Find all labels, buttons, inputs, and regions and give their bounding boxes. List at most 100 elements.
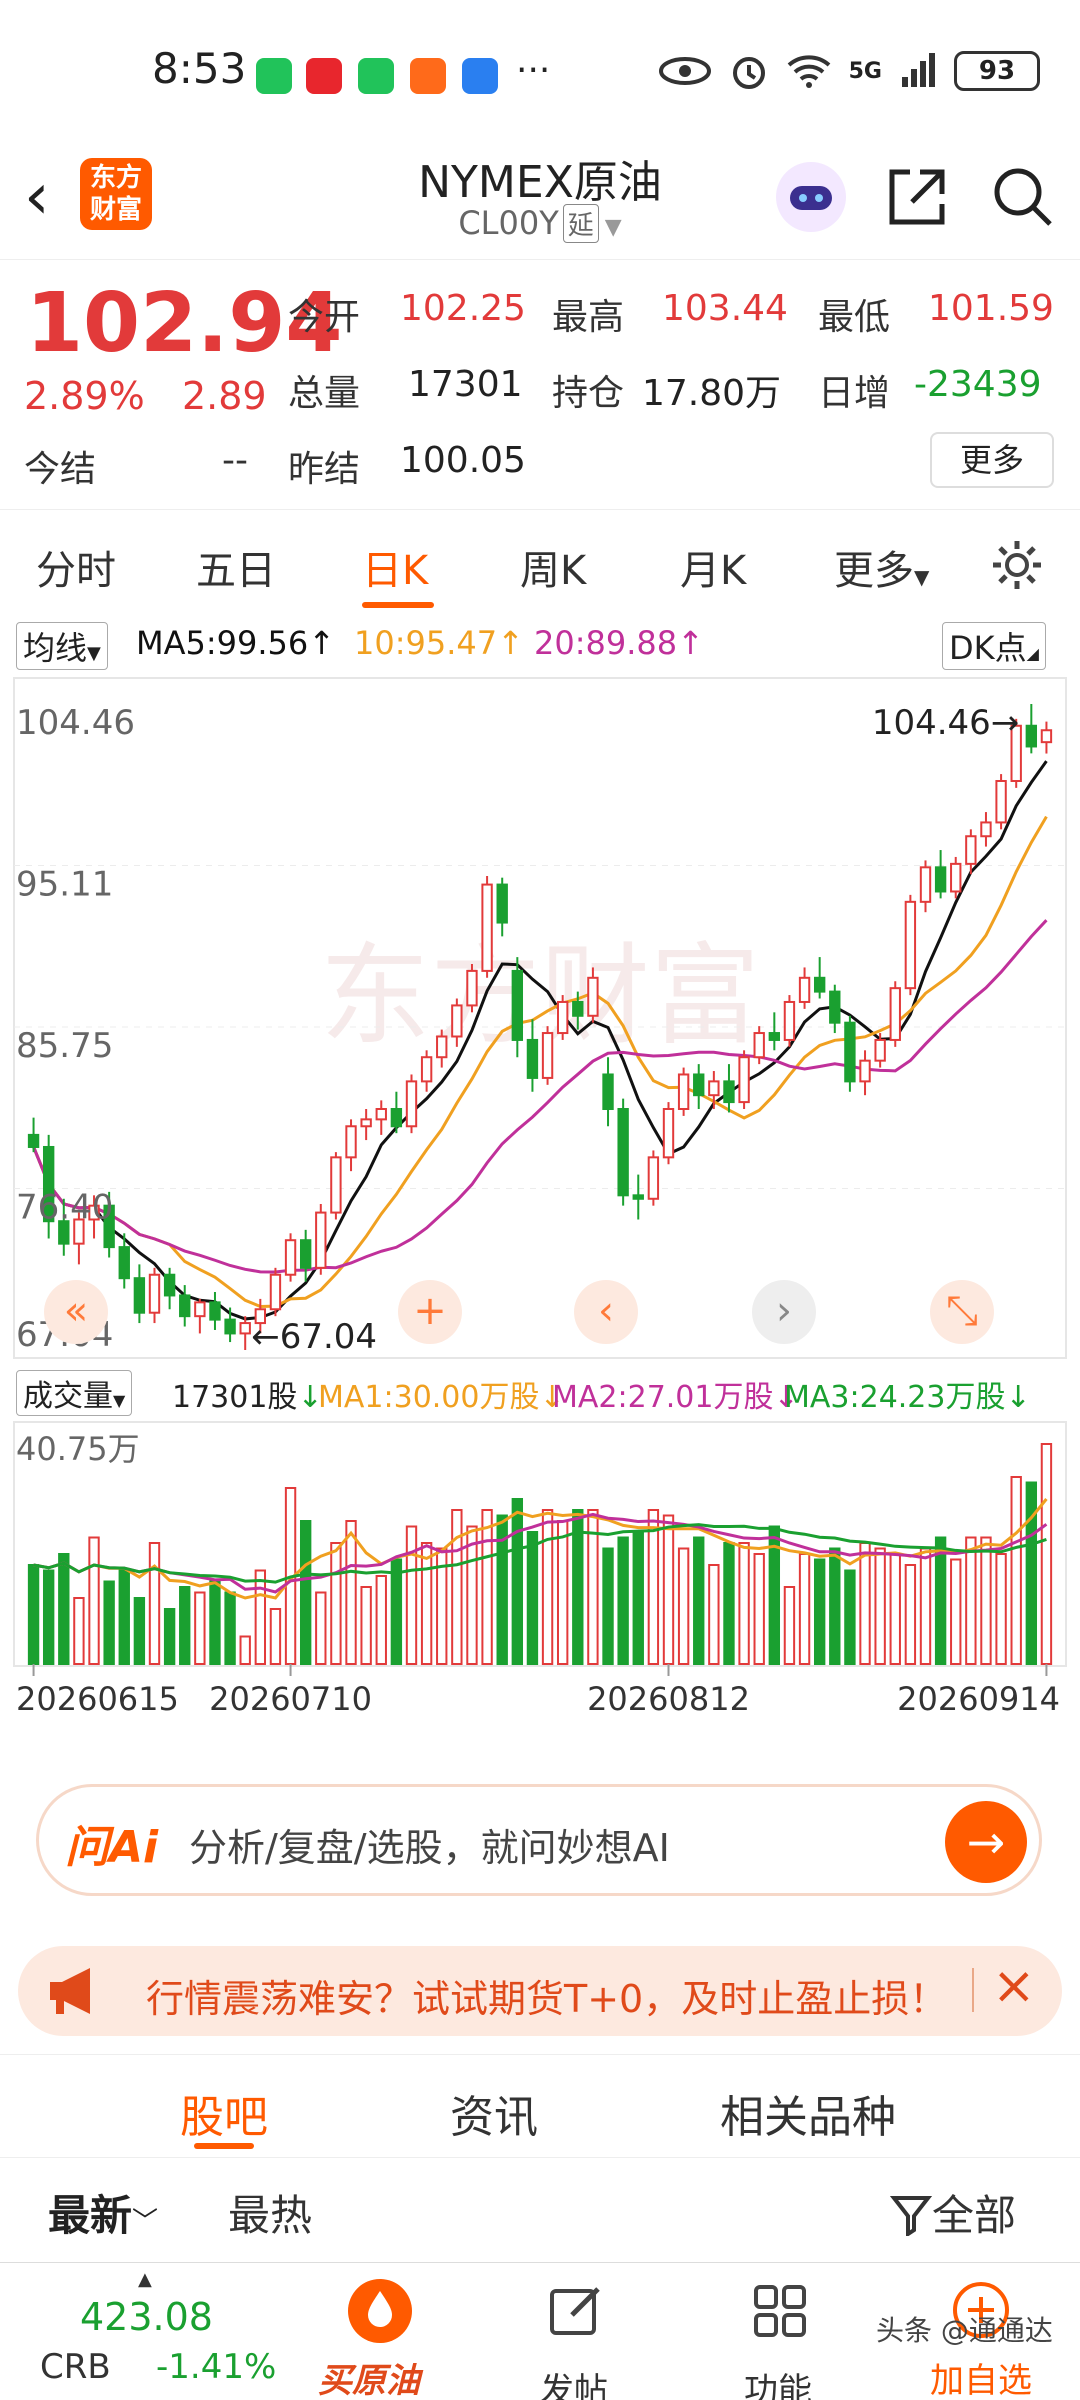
content-tabs: 股吧 资讯 相关品种 xyxy=(0,2054,1080,2158)
arrow-right-icon[interactable]: → xyxy=(945,1801,1027,1883)
candle xyxy=(889,987,901,1041)
more-notifications-icon: ··· xyxy=(516,50,551,91)
robot-assistant-icon[interactable] xyxy=(776,162,846,232)
candle xyxy=(239,1322,251,1335)
tab-monthly-k[interactable]: 月K xyxy=(680,538,746,596)
candle xyxy=(768,1032,781,1041)
filter-all[interactable]: 全部 xyxy=(889,2182,1016,2243)
volume-text: 17301股 xyxy=(172,1380,298,1415)
volume-bar xyxy=(919,1547,932,1665)
tab-weekly-k[interactable]: 周K xyxy=(520,538,586,596)
volume-bar xyxy=(405,1525,418,1665)
volume-legend-bar: 成交量▼ 17301股↓ MA1:30.00万股↓ MA2:27.01万股↓ M… xyxy=(0,1364,1080,1420)
candle xyxy=(662,1108,675,1159)
vol-ma3-text: MA3:24.23万股 xyxy=(784,1380,1006,1415)
volume-bar xyxy=(904,1564,917,1665)
tab-five-day[interactable]: 五日 xyxy=(196,538,276,596)
tab-daily-k[interactable]: 日K xyxy=(362,538,428,596)
price-axis-label: 95.11 xyxy=(16,865,113,905)
grid-function-icon[interactable] xyxy=(750,2281,810,2341)
sort-bar: 最新﹀ 最热 全部 xyxy=(0,2160,1080,2256)
fullscreen-button[interactable]: ⤡ xyxy=(930,1280,994,1344)
edit-icon[interactable] xyxy=(546,2281,606,2341)
buy-oil-button[interactable]: 买原油 xyxy=(318,2353,420,2400)
dropdown-arrow-icon: ▼ xyxy=(113,1391,126,1410)
promo-banner[interactable]: 行情震荡难安？试试期货T+0，及时止盈止损！ × xyxy=(18,1946,1062,2036)
volume-bar xyxy=(511,1498,524,1665)
volume-bar xyxy=(360,1586,372,1665)
volume-bar xyxy=(27,1564,40,1665)
tab-news[interactable]: 资讯 xyxy=(450,2081,538,2145)
network-type: 5G xyxy=(848,58,882,84)
volume-bar xyxy=(299,1520,312,1665)
tab-forum[interactable]: 股吧 xyxy=(180,2081,268,2145)
vol-ma1-text: MA1:30.00万股 xyxy=(318,1380,540,1415)
volume-bar xyxy=(315,1591,327,1665)
crb-change[interactable]: -1.41% xyxy=(156,2347,276,2387)
volume-bar xyxy=(677,1547,690,1665)
price-axis-label: 76.40 xyxy=(16,1188,113,1228)
date-label: 20260812 xyxy=(587,1680,750,1718)
max-price-annotation: 104.46→ xyxy=(872,703,1019,743)
volume-selector[interactable]: 成交量▼ xyxy=(16,1370,133,1416)
sort-latest[interactable]: 最新﹀ xyxy=(48,2182,158,2243)
more-button[interactable]: 更多 xyxy=(930,432,1054,488)
tab-more[interactable]: 更多▼ xyxy=(834,538,929,596)
megaphone-icon xyxy=(50,1968,90,2014)
ma20-value: 20:89.88 xyxy=(534,624,678,662)
status-right: 5G 93 xyxy=(658,48,1040,94)
sort-latest-label: 最新 xyxy=(48,2191,133,2240)
share-icon[interactable] xyxy=(886,166,948,228)
chevron-down-icon: ▼ xyxy=(604,215,622,240)
candle xyxy=(693,1073,705,1097)
tab-intraday[interactable]: 分时 xyxy=(36,538,116,596)
candle xyxy=(148,1273,161,1314)
volume-axis-label: 40.75万 xyxy=(16,1430,140,1468)
divider xyxy=(972,1968,974,2012)
post-button[interactable]: 发帖 xyxy=(540,2363,608,2400)
volume-bar xyxy=(420,1542,433,1665)
ma-selector[interactable]: 均线▼ xyxy=(16,622,108,670)
zoom-in-button[interactable]: + xyxy=(398,1280,462,1344)
gear-icon[interactable] xyxy=(990,538,1044,592)
volume-selector-label: 成交量 xyxy=(23,1379,113,1414)
volume-bar xyxy=(753,1553,765,1665)
volume-chart[interactable]: 40.75万 20260615 20260710 20260812 20260914 xyxy=(0,1420,1080,1750)
add-watchlist-button[interactable]: 加自选 xyxy=(930,2353,1032,2400)
oil-drop-icon[interactable] xyxy=(348,2279,412,2343)
candle xyxy=(602,1073,614,1111)
price-axis-label: 104.46 xyxy=(16,703,135,743)
crb-name[interactable]: CRB xyxy=(40,2347,111,2387)
ma10-value: 10:95.47 xyxy=(354,624,498,662)
close-icon[interactable]: × xyxy=(992,1956,1036,2016)
volume-bar xyxy=(541,1509,554,1665)
scroll-start-button[interactable]: « xyxy=(44,1280,108,1344)
volume-bar xyxy=(103,1580,115,1665)
dropdown-arrow-icon: ▼ xyxy=(914,565,930,589)
vol-ma2-legend: MA2:27.01万股↓ xyxy=(552,1380,799,1415)
candle xyxy=(632,1194,644,1200)
corner-arrow-icon: ◢ xyxy=(1026,644,1039,663)
tab-related[interactable]: 相关品种 xyxy=(720,2081,896,2145)
sort-hot[interactable]: 最热 xyxy=(228,2182,312,2243)
candle xyxy=(556,1000,569,1035)
volume-value: 17301 xyxy=(408,364,523,405)
volume-bar xyxy=(254,1569,267,1665)
scroll-right-button[interactable]: › xyxy=(752,1280,816,1344)
prev-settle-label: 昨结 xyxy=(288,449,361,490)
candle xyxy=(163,1273,176,1297)
scroll-left-button[interactable]: ‹ xyxy=(574,1280,638,1344)
candle xyxy=(572,1000,584,1017)
ai-search-bar[interactable]: 问Ai 分析/复盘/选股，就问妙想AI → xyxy=(36,1784,1042,1896)
watermark: 东方财富 xyxy=(320,932,760,1060)
candle xyxy=(224,1318,236,1335)
volume-bar xyxy=(980,1536,992,1665)
function-button[interactable]: 功能 xyxy=(744,2363,812,2400)
chart-period-tabs: 分时 五日 日K 周K 月K 更多▼ xyxy=(0,512,1080,612)
ai-search-placeholder: 分析/复盘/选股，就问妙想AI xyxy=(189,1826,670,1870)
search-icon[interactable] xyxy=(990,164,1054,228)
dk-point-selector[interactable]: DK点◢ xyxy=(942,622,1046,670)
candle xyxy=(345,1125,357,1159)
crb-value[interactable]: 423.08 xyxy=(80,2295,213,2339)
candlestick-chart[interactable]: 东方财富 104.4695.1185.7576.4067.04104.46→←6… xyxy=(0,674,1080,1364)
